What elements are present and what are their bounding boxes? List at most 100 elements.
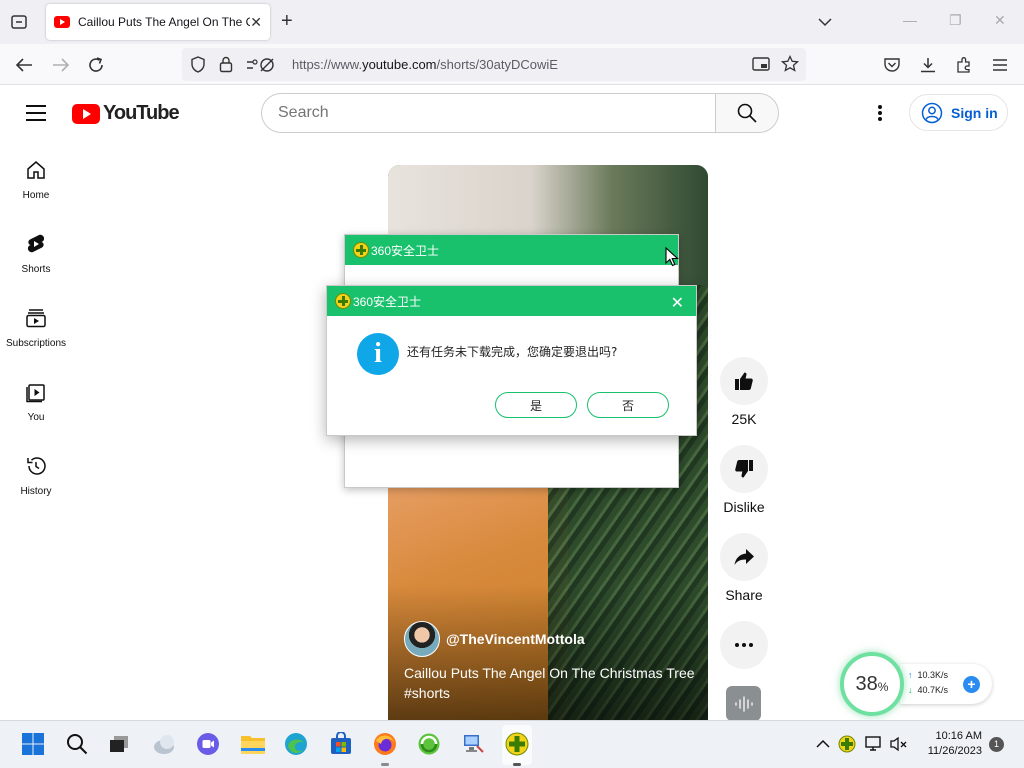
sidebar-item-label: Shorts xyxy=(21,264,51,275)
more-action xyxy=(720,621,768,669)
360-browser-icon[interactable] xyxy=(416,731,442,757)
share-button[interactable] xyxy=(720,533,768,581)
channel-avatar[interactable] xyxy=(404,621,440,657)
chevron-down-icon[interactable] xyxy=(818,14,832,32)
like-action: 25K xyxy=(720,357,768,427)
sidebar-item-shorts[interactable]: Shorts xyxy=(0,215,72,289)
firefox-running-indicator xyxy=(381,763,389,766)
settings-more-icon[interactable] xyxy=(870,103,890,123)
dialog-close-icon[interactable]: ✕ xyxy=(671,293,684,313)
dislike-label: Dislike xyxy=(723,499,765,515)
pocket-icon[interactable] xyxy=(881,54,903,76)
memory-percent: 38 xyxy=(855,672,878,695)
sign-in-label: Sign in xyxy=(951,104,998,121)
volume-muted-icon[interactable] xyxy=(886,731,912,757)
search-box xyxy=(261,93,716,133)
extensions-icon[interactable] xyxy=(953,54,975,76)
upload-speed: ↑ 10.3K/s xyxy=(908,670,949,680)
widgets-icon[interactable] xyxy=(152,731,178,757)
search-input[interactable] xyxy=(262,94,716,132)
youtube-favicon-icon xyxy=(54,16,70,28)
shorts-icon xyxy=(27,234,45,253)
account-icon xyxy=(921,102,943,123)
url-text[interactable]: https://www.youtube.com/shorts/30atyDCow… xyxy=(292,57,558,72)
notification-badge[interactable]: 1 xyxy=(989,737,1004,752)
firefox-icon[interactable] xyxy=(372,731,398,757)
sidebar-item-you[interactable]: You xyxy=(0,363,72,437)
like-button[interactable] xyxy=(720,357,768,405)
microsoft-store-icon[interactable] xyxy=(328,731,354,757)
360-running-indicator xyxy=(513,763,521,766)
picture-in-picture-icon[interactable] xyxy=(752,56,770,77)
home-icon xyxy=(27,161,45,179)
browser-tab-strip: Caillou Puts The Angel On The Christmas … xyxy=(0,0,1024,44)
back-icon[interactable] xyxy=(13,54,35,76)
dialog-title: 360安全卫士 xyxy=(371,243,440,258)
search-icon[interactable] xyxy=(64,731,90,757)
sign-in-button[interactable]: Sign in xyxy=(909,94,1008,131)
sidebar-item-label: You xyxy=(27,412,45,423)
network-icon[interactable] xyxy=(860,731,886,757)
download-speed: ↓ 40.7K/s xyxy=(908,685,949,695)
teams-chat-icon[interactable] xyxy=(195,731,221,757)
windows-taskbar: 10:16 AM 11/26/2023 1 xyxy=(0,720,1024,768)
new-tab-icon[interactable]: + xyxy=(281,10,293,33)
mouse-cursor-icon xyxy=(665,246,679,272)
downloads-icon[interactable] xyxy=(917,54,939,76)
video-title[interactable]: Caillou Puts The Angel On The Christmas … xyxy=(404,663,700,703)
360-logo-icon xyxy=(353,242,369,258)
360-tray-icon[interactable] xyxy=(834,731,860,757)
forward-icon[interactable] xyxy=(50,54,72,76)
tab-list-icon[interactable] xyxy=(8,11,30,33)
search-button[interactable] xyxy=(715,93,779,133)
tracking-protection-icon[interactable] xyxy=(190,56,206,78)
youtube-masthead: YouTube Sign in xyxy=(0,85,1024,141)
360-security-icon[interactable] xyxy=(504,731,530,757)
dialog-message: 还有任务未下载完成，您确定要退出吗? xyxy=(407,345,618,359)
network-speed-panel[interactable]: ↑ 10.3K/s ↓ 40.7K/s + xyxy=(900,664,992,704)
widget-plus-icon[interactable]: + xyxy=(963,676,980,693)
sidebar-item-history[interactable]: History xyxy=(0,437,72,511)
tab-close-icon[interactable]: ✕ xyxy=(250,14,262,31)
info-icon: i xyxy=(357,333,399,375)
more-horizontal-icon xyxy=(735,643,753,647)
audio-wave-icon xyxy=(734,695,753,712)
dialog-360-exit-confirm: 360安全卫士 ✕ i 还有任务未下载完成，您确定要退出吗? 是 否 xyxy=(326,285,697,436)
dialog-360-background-titlebar[interactable]: 360安全卫士 xyxy=(345,235,678,265)
browser-toolbar: https://www.youtube.com/shorts/30atyDCow… xyxy=(0,44,1024,85)
address-bar[interactable]: https://www.youtube.com/shorts/30atyDCow… xyxy=(182,48,806,81)
show-hidden-icons-chevron-up-icon[interactable] xyxy=(810,731,836,757)
minimize-icon[interactable]: — xyxy=(903,12,917,28)
360-memory-ball[interactable]: 38% xyxy=(840,652,904,716)
dialog-titlebar[interactable]: 360安全卫士 xyxy=(327,286,696,316)
edge-browser-icon[interactable] xyxy=(283,731,309,757)
youtube-logo[interactable]: YouTube xyxy=(72,102,180,125)
start-windows-icon[interactable] xyxy=(20,731,46,757)
maximize-icon[interactable]: ❐ xyxy=(949,12,962,29)
share-icon xyxy=(734,549,754,565)
reload-icon[interactable] xyxy=(85,54,107,76)
menu-icon[interactable] xyxy=(989,54,1011,76)
more-options-button[interactable] xyxy=(720,621,768,669)
permissions-icon[interactable] xyxy=(245,57,281,78)
bookmark-star-icon[interactable] xyxy=(780,54,800,78)
sound-thumbnail[interactable] xyxy=(726,686,761,721)
sidebar-item-subscriptions[interactable]: Subscriptions xyxy=(0,289,72,363)
close-window-icon[interactable]: ✕ xyxy=(994,12,1006,29)
channel-info: @TheVincentMottola xyxy=(404,621,585,657)
you-icon xyxy=(26,384,45,403)
yes-button[interactable]: 是 xyxy=(495,392,577,418)
browser-tab-active[interactable]: Caillou Puts The Angel On The Christmas … xyxy=(46,4,270,40)
file-explorer-icon[interactable] xyxy=(240,731,266,757)
guide-menu-icon[interactable] xyxy=(26,105,46,121)
sidebar-item-home[interactable]: Home xyxy=(0,141,72,215)
no-button[interactable]: 否 xyxy=(587,392,669,418)
lock-icon[interactable] xyxy=(219,56,233,78)
dialog-title: 360安全卫士 xyxy=(353,294,422,309)
task-view-icon[interactable] xyxy=(106,731,132,757)
channel-name[interactable]: @TheVincentMottola xyxy=(446,631,585,647)
remote-desktop-icon[interactable] xyxy=(460,731,486,757)
memory-percent-unit: % xyxy=(877,680,889,694)
dislike-button[interactable] xyxy=(720,445,768,493)
taskbar-clock[interactable]: 10:16 AM 11/26/2023 xyxy=(918,729,982,759)
